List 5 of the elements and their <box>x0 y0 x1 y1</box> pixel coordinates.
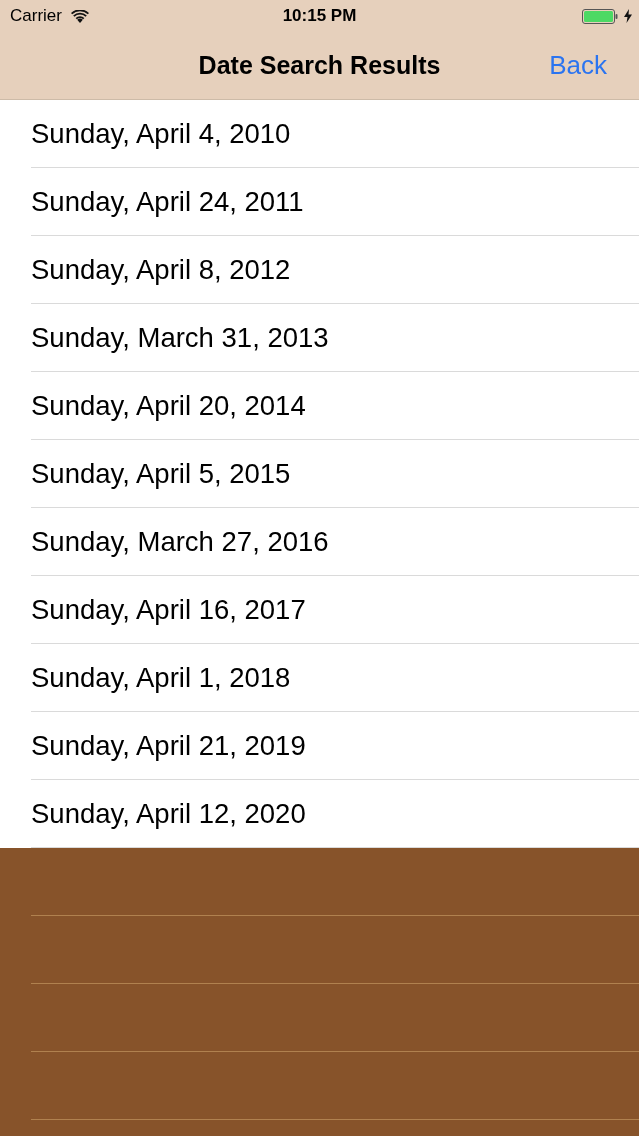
carrier-label: Carrier <box>10 6 62 26</box>
screen-title: Date Search Results <box>198 51 441 80</box>
status-time: 10:15 PM <box>282 6 357 26</box>
battery-icon <box>582 8 618 24</box>
wifi-icon <box>70 9 89 23</box>
